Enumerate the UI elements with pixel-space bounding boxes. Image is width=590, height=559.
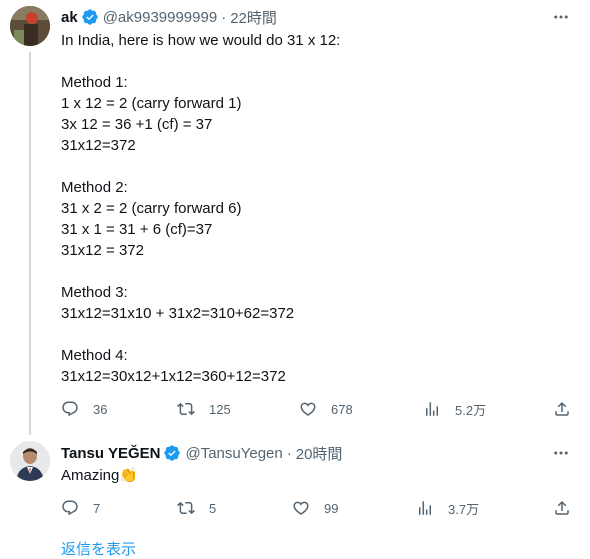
views-button[interactable]: 5.2万 — [423, 399, 486, 419]
timestamp[interactable]: 20時間 — [296, 443, 343, 464]
retweet-icon — [177, 402, 195, 416]
thread-line — [29, 52, 31, 435]
avatar[interactable] — [10, 441, 50, 481]
heart-icon — [293, 501, 309, 515]
text-line: Amazing — [61, 467, 120, 484]
tweet-text: Amazing👏 — [61, 465, 561, 486]
reply-count: 36 — [93, 401, 108, 417]
display-name[interactable]: Tansu YEĞEN — [61, 445, 160, 462]
like-count: 99 — [324, 500, 339, 516]
text-line — [61, 261, 561, 282]
views-count: 3.7万 — [448, 501, 480, 517]
views-button[interactable]: 3.7万 — [416, 498, 479, 518]
more-dots-icon — [554, 451, 568, 455]
analytics-icon — [426, 402, 438, 416]
views-count: 5.2万 — [455, 402, 487, 418]
reply-count: 7 — [93, 500, 101, 516]
clapping-hands-emoji: 👏 — [119, 466, 139, 484]
tweet-actions: 36 125 678 5.2万 — [61, 399, 581, 419]
handle[interactable]: @ak9939999999 — [103, 9, 218, 26]
more-dots-icon — [554, 15, 568, 19]
show-replies-link[interactable]: 返信を表示 — [61, 538, 136, 559]
retweet-button[interactable]: 5 — [177, 498, 216, 518]
share-icon — [555, 401, 569, 416]
reply-icon — [62, 401, 78, 417]
text-line: 31 x 2 = 2 (carry forward 6) — [61, 200, 242, 217]
heart-icon — [300, 402, 316, 416]
share-button[interactable] — [553, 399, 571, 419]
reply-button[interactable]: 7 — [61, 498, 100, 518]
tweet-header: Tansu YEĞEN @TansuYegen · 20時間 — [61, 443, 342, 463]
text-line: In India, here is how we would do 31 x 1… — [61, 32, 341, 49]
avatar[interactable] — [10, 6, 50, 46]
reply-icon — [62, 500, 78, 516]
like-button[interactable]: 99 — [292, 498, 338, 518]
text-line: 31x12 = 372 — [61, 242, 144, 259]
text-line — [61, 156, 561, 177]
text-line: 31x12=372 — [61, 137, 136, 154]
text-line: Method 3: — [61, 284, 128, 301]
retweet-count: 5 — [209, 500, 217, 516]
retweet-count: 125 — [209, 401, 231, 417]
more-options-button[interactable] — [550, 443, 572, 463]
verified-badge-icon[interactable] — [81, 8, 99, 26]
retweet-icon — [177, 501, 195, 515]
tweet-text: In India, here is how we would do 31 x 1… — [61, 30, 561, 387]
tweet-actions: 7 5 99 3.7万 — [61, 498, 581, 518]
text-line: 31x12=31x10 + 31x2=310+62=372 — [61, 305, 295, 322]
timestamp[interactable]: 22時間 — [230, 7, 277, 28]
separator-dot: · — [286, 444, 292, 462]
verified-badge-icon[interactable] — [163, 444, 181, 462]
like-button[interactable]: 678 — [299, 399, 353, 419]
text-line: Method 4: — [61, 347, 128, 364]
separator-dot: · — [221, 8, 227, 26]
share-button[interactable] — [553, 498, 571, 518]
avatar-photo-icon — [10, 441, 50, 481]
text-line — [61, 51, 561, 72]
retweet-button[interactable]: 125 — [177, 399, 231, 419]
text-line: 31 x 1 = 31 + 6 (cf)=37 — [61, 221, 213, 238]
text-line: 3x 12 = 36 +1 (cf) = 37 — [61, 116, 213, 133]
handle[interactable]: @TansuYegen — [185, 445, 282, 462]
text-line: Method 2: — [61, 179, 128, 196]
share-icon — [555, 500, 569, 515]
text-line: Method 1: — [61, 74, 128, 91]
tweet-header: ak @ak9939999999 · 22時間 — [61, 7, 277, 27]
text-line: 31x12=30x12+1x12=360+12=372 — [61, 368, 286, 385]
more-options-button[interactable] — [550, 7, 572, 27]
reply-button[interactable]: 36 — [61, 399, 107, 419]
like-count: 678 — [331, 401, 353, 417]
display-name[interactable]: ak — [61, 9, 78, 26]
analytics-icon — [419, 501, 431, 515]
avatar-photo-icon — [10, 6, 50, 46]
text-line: 1 x 12 = 2 (carry forward 1) — [61, 95, 242, 112]
text-line — [61, 324, 561, 345]
